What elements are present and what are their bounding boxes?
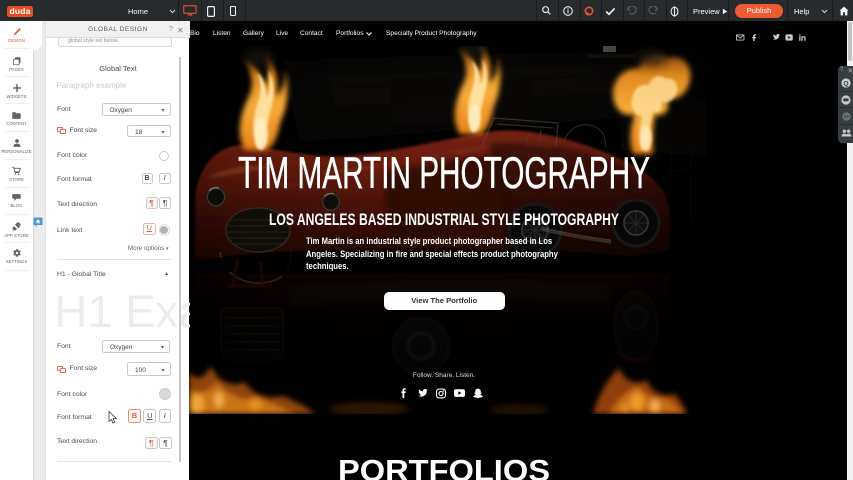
svg-text:Q: Q: [843, 80, 848, 87]
